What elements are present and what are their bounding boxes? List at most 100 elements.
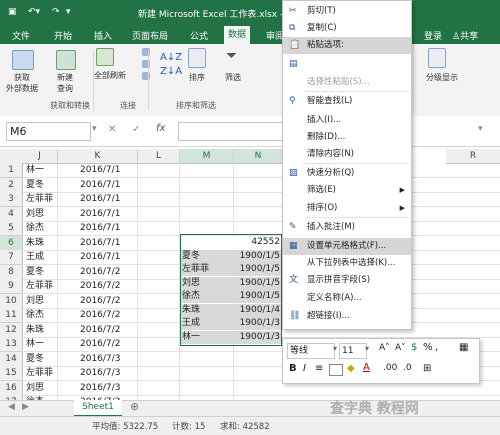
cell-k[interactable]: 2016/7/1 bbox=[80, 207, 136, 221]
cell-j[interactable]: 刘思 bbox=[26, 207, 58, 221]
cell-j[interactable]: 左菲菲 bbox=[26, 192, 58, 206]
row-header[interactable]: 12 bbox=[0, 322, 23, 338]
tab-page-layout[interactable]: 页面布局 bbox=[132, 29, 168, 42]
share-button[interactable]: ♙共享 bbox=[452, 29, 478, 42]
cell-n[interactable]: 1900/1/5 bbox=[234, 289, 280, 303]
tab-file[interactable]: 文件 bbox=[12, 29, 30, 42]
row-header[interactable]: 14 bbox=[0, 351, 23, 367]
row-header[interactable]: 13 bbox=[0, 337, 23, 352]
context-menu-item[interactable]: 删除(D)... bbox=[283, 129, 411, 146]
cell-j[interactable]: 夏冬 bbox=[26, 178, 58, 192]
cell-j[interactable]: 朱珠 bbox=[26, 323, 58, 337]
cell-n[interactable]: 1900/1/5 bbox=[234, 262, 280, 276]
cell-n[interactable]: 1900/1/4 bbox=[234, 303, 280, 317]
context-menu-item[interactable]: 定义名称(A)... bbox=[283, 290, 411, 307]
cell-n[interactable]: 1900/1/3 bbox=[234, 316, 280, 330]
cell-k[interactable]: 2016/7/3 bbox=[80, 381, 136, 395]
row-header[interactable]: 5 bbox=[0, 221, 23, 236]
tab-home[interactable]: 开始 bbox=[54, 29, 72, 42]
quick-access-menu-icon[interactable]: ▾ bbox=[66, 7, 71, 17]
currency-format-icon[interactable]: $ bbox=[411, 342, 417, 353]
cell-k[interactable]: 2016/7/2 bbox=[80, 279, 136, 293]
cell-j[interactable]: 刘思 bbox=[26, 381, 58, 395]
get-external-data-button[interactable]: 获取 外部数据 bbox=[2, 72, 42, 94]
cell-j[interactable]: 林一 bbox=[26, 163, 58, 177]
cell-j[interactable]: 朱珠 bbox=[26, 236, 58, 250]
row-header[interactable]: 3 bbox=[0, 192, 23, 207]
merge-cells-icon[interactable]: ⊞ bbox=[423, 363, 431, 374]
row-header[interactable]: 10 bbox=[0, 293, 23, 309]
row-header[interactable]: 9 bbox=[0, 279, 23, 294]
context-menu-item[interactable]: ⧉ 复制(C) bbox=[283, 20, 411, 37]
context-menu-item[interactable]: ▨ 快速分析(Q) bbox=[283, 165, 411, 182]
login-link[interactable]: 登录 bbox=[424, 29, 442, 42]
expand-formula-bar-icon[interactable]: ▾ bbox=[478, 124, 483, 134]
column-header-l[interactable]: L bbox=[138, 149, 180, 164]
context-menu-item[interactable]: 从下拉列表中选择(K)... bbox=[283, 255, 411, 272]
save-icon[interactable]: ▣ bbox=[8, 7, 17, 17]
font-dropdown-icon[interactable]: ▾ bbox=[333, 344, 337, 353]
select-all-corner[interactable] bbox=[0, 149, 23, 164]
cell-j[interactable]: 夏冬 bbox=[26, 265, 58, 279]
fill-color-icon[interactable]: ◆ bbox=[347, 363, 355, 374]
column-header-m[interactable]: M bbox=[180, 149, 234, 164]
insert-function-icon[interactable]: fx bbox=[156, 123, 165, 134]
tab-insert[interactable]: 插入 bbox=[94, 29, 112, 42]
context-menu-item[interactable]: ⛓ 超链接(I)... bbox=[283, 308, 411, 325]
cell-k[interactable]: 2016/7/2 bbox=[80, 337, 136, 351]
sort-za-icon[interactable]: Z↓A bbox=[160, 66, 182, 77]
context-menu-item[interactable]: 清除内容(N) bbox=[283, 146, 411, 163]
cell-k[interactable]: 2016/7/3 bbox=[80, 366, 136, 380]
cell-m[interactable]: 朱珠 bbox=[182, 303, 232, 317]
percent-format-icon[interactable]: % bbox=[423, 342, 433, 353]
borders-icon[interactable] bbox=[329, 364, 343, 376]
row-header[interactable]: 16 bbox=[0, 380, 23, 396]
row-header[interactable]: 15 bbox=[0, 366, 23, 381]
prev-sheet-icon[interactable]: ◀ bbox=[8, 402, 15, 412]
column-header-n[interactable]: N bbox=[234, 149, 283, 164]
context-menu-item[interactable]: ⚲ 智能查找(L) bbox=[283, 93, 411, 110]
cell-n[interactable]: 1900/1/5 bbox=[234, 249, 280, 263]
sort-button[interactable]: 排序 bbox=[184, 72, 210, 83]
row-header[interactable]: 1 bbox=[0, 163, 23, 178]
cell-j[interactable]: 徐杰 bbox=[26, 221, 58, 235]
row-header[interactable]: 2 bbox=[0, 177, 23, 193]
cell-m[interactable]: 左菲菲 bbox=[182, 262, 232, 276]
font-size-dropdown-icon[interactable]: ▾ bbox=[365, 344, 369, 353]
tab-data[interactable]: 数据 bbox=[224, 26, 251, 44]
redo-icon[interactable]: ↷ bbox=[52, 7, 60, 17]
bold-icon[interactable]: B bbox=[289, 363, 297, 374]
format-painter-icon[interactable]: ▦ bbox=[459, 342, 468, 353]
cell-m[interactable]: 夏冬 bbox=[182, 249, 232, 263]
filter-button[interactable]: 筛选 bbox=[220, 72, 246, 83]
cell-j[interactable]: 夏冬 bbox=[26, 352, 58, 366]
italic-icon[interactable]: I bbox=[303, 363, 306, 374]
cell-n[interactable]: 1900/1/3 bbox=[234, 330, 280, 344]
font-name-box[interactable]: 等线 bbox=[287, 343, 335, 359]
increase-decimal-icon[interactable]: .0 bbox=[403, 363, 412, 373]
cell-m[interactable]: 王成 bbox=[182, 316, 232, 330]
cell-n[interactable]: 42552 bbox=[234, 235, 280, 249]
cell-k[interactable]: 2016/7/2 bbox=[80, 308, 136, 322]
context-menu-item[interactable]: ✂ 剪切(T) bbox=[283, 3, 411, 20]
increase-font-icon[interactable]: A˄ bbox=[379, 343, 390, 353]
cell-k[interactable]: 2016/7/2 bbox=[80, 294, 136, 308]
cell-k[interactable]: 2016/7/1 bbox=[80, 221, 136, 235]
align-center-icon[interactable]: ≡ bbox=[315, 363, 323, 374]
tab-formulas[interactable]: 公式 bbox=[190, 29, 208, 42]
cell-k[interactable]: 2016/7/2 bbox=[80, 265, 136, 279]
cell-k[interactable]: 2016/7/3 bbox=[80, 352, 136, 366]
cancel-icon[interactable]: ✕ bbox=[108, 124, 116, 135]
context-menu-item[interactable]: 文显示拼音字段(S) bbox=[283, 272, 411, 289]
cell-k[interactable]: 2016/7/1 bbox=[80, 192, 136, 206]
decrease-font-icon[interactable]: A˅ bbox=[395, 343, 406, 353]
row-header[interactable]: 6 bbox=[0, 235, 23, 251]
next-sheet-icon[interactable]: ▶ bbox=[22, 402, 29, 412]
enter-icon[interactable]: ✓ bbox=[132, 124, 140, 135]
row-header[interactable]: 4 bbox=[0, 206, 23, 222]
cell-j[interactable]: 左菲菲 bbox=[26, 366, 58, 380]
context-menu-item[interactable]: ▦ 设置单元格格式(F)... bbox=[283, 238, 411, 255]
cell-k[interactable]: 2016/7/1 bbox=[80, 163, 136, 177]
outline-button[interactable]: 分级显示 bbox=[420, 72, 464, 83]
cell-n[interactable]: 1900/1/5 bbox=[234, 276, 280, 290]
